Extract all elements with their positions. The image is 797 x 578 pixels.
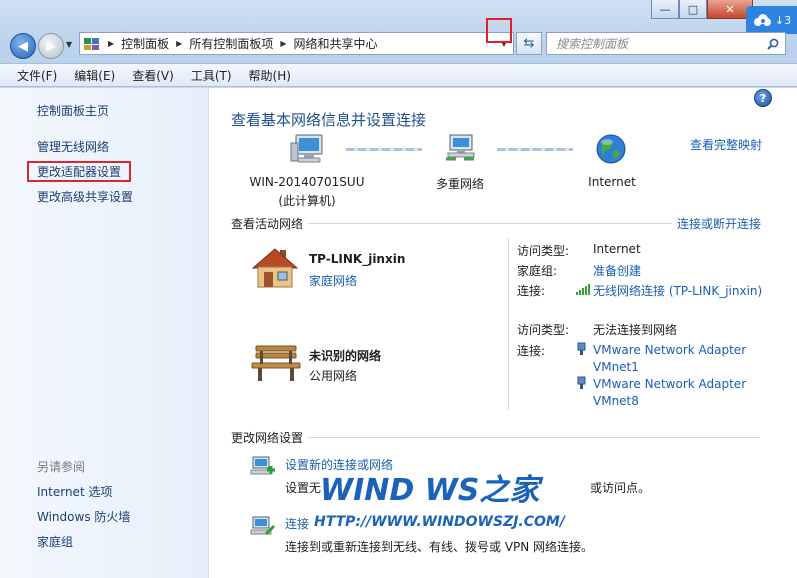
windows-firewall-link[interactable]: Windows 防火墙 [37, 508, 130, 525]
history-dropdown-icon[interactable]: ▼ [66, 40, 72, 49]
connect-network-icon [250, 516, 276, 536]
access-type-value: Internet [593, 242, 641, 256]
multiple-networks-icon [446, 134, 475, 161]
help-icon[interactable]: ? [754, 89, 772, 107]
connection-line [346, 148, 422, 151]
connection-key: 连接: [517, 344, 546, 358]
vmnet1-adapter-link[interactable]: VMware Network Adapter VMnet1 [593, 342, 753, 376]
homegroup-link[interactable]: 家庭组 [37, 533, 73, 550]
menu-view[interactable]: 查看(V) [123, 67, 182, 84]
cloud-sync-badge[interactable]: ↓3 [746, 6, 797, 34]
breadcrumb-all-items[interactable]: 所有控制面板项 [189, 35, 273, 52]
connection-line [497, 148, 573, 151]
search-box[interactable] [546, 32, 786, 55]
vmnet8-adapter-link[interactable]: VMware Network Adapter VMnet8 [593, 376, 753, 410]
refresh-icon: ⇆ [523, 36, 535, 51]
breadcrumb-chevron-icon[interactable]: ▶ [108, 39, 114, 48]
homegroup-key: 家庭组: [517, 264, 558, 278]
back-button[interactable]: ◀ [10, 33, 36, 59]
access-type-key: 访问类型: [517, 323, 570, 337]
menu-bar: 文件(F) 编辑(E) 查看(V) 工具(T) 帮助(H) [0, 63, 797, 87]
home-network-icon[interactable] [250, 246, 300, 290]
divider [308, 437, 760, 438]
ethernet-adapter-icon [577, 376, 586, 389]
connection-key: 连接: [517, 284, 546, 298]
control-panel-icon [84, 37, 99, 50]
menu-help[interactable]: 帮助(H) [240, 67, 299, 84]
minimize-button[interactable]: — [651, 0, 679, 19]
computer-subtitle: (此计算机) [278, 194, 336, 208]
breadcrumb-control-panel[interactable]: 控制面板 [121, 35, 169, 52]
menu-edit[interactable]: 编辑(E) [65, 67, 123, 84]
globe-icon [596, 134, 626, 164]
breadcrumb: ▶ 控制面板 ▶ 所有控制面板项 ▶ 网络和共享中心 [101, 35, 378, 52]
computer-icon [290, 134, 323, 163]
connect-disconnect-link[interactable]: 连接或断开连接 [677, 215, 761, 232]
multiple-networks-label: 多重网络 [435, 177, 484, 191]
computer-name: WIN-20140701SUU [249, 175, 365, 189]
advanced-sharing-link[interactable]: 更改高级共享设置 [37, 188, 133, 205]
cloud-icon [753, 14, 771, 26]
manage-wireless-link[interactable]: 管理无线网络 [37, 138, 109, 155]
search-input[interactable] [556, 36, 756, 51]
address-bar[interactable]: ▶ 控制面板 ▶ 所有控制面板项 ▶ 网络和共享中心 ▼ [79, 32, 514, 55]
network-name-tplink: TP-LINK_jinxin [309, 252, 406, 266]
page-title: 查看基本网络信息并设置连接 [231, 111, 427, 129]
highlight-box [486, 18, 512, 43]
change-settings-heading: 更改网络设置 [231, 431, 304, 445]
wifi-signal-icon [576, 284, 590, 295]
connect-network-description: 连接到或重新连接到无线、有线、拨号或 VPN 网络连接。 [285, 540, 594, 554]
menu-tools[interactable]: 工具(T) [182, 67, 240, 84]
access-type-key: 访问类型: [517, 244, 570, 258]
ethernet-adapter-icon [577, 342, 586, 355]
network-name-unidentified: 未识别的网络 [309, 349, 382, 363]
wireless-connection-link[interactable]: 无线网络连接 (TP-LINK_jinxin) [593, 282, 762, 299]
internet-label: Internet [588, 175, 636, 189]
refresh-button[interactable]: ⇆ [516, 32, 542, 55]
windowszj-watermark: WIND WS之家 HTTP://WWW.WINDOWSZJ.COM/ [313, 472, 568, 530]
watermark-url: HTTP://WWW.WINDOWSZJ.COM/ [314, 514, 567, 530]
cloud-badge-count: ↓3 [774, 13, 792, 27]
control-panel-home-link[interactable]: 控制面板主页 [37, 102, 109, 119]
back-arrow-icon: ◀ [18, 38, 28, 54]
vertical-divider [508, 238, 509, 410]
home-network-type-link[interactable]: 家庭网络 [309, 272, 357, 289]
new-connection-icon [250, 456, 275, 475]
window-controls: — □ ✕ [651, 0, 753, 19]
forward-button[interactable]: ▶ [38, 33, 64, 59]
see-also-heading: 另请参阅 [37, 460, 86, 474]
full-map-link[interactable]: 查看完整映射 [690, 136, 762, 153]
highlight-box [27, 161, 131, 182]
watermark-logo-text: WIND WS之家 [320, 473, 543, 508]
access-type-value: 无法连接到网络 [593, 323, 678, 337]
divider [308, 223, 672, 224]
active-networks-heading: 查看活动网络 [231, 217, 304, 231]
internet-options-link[interactable]: Internet 选项 [37, 483, 112, 500]
menu-file[interactable]: 文件(F) [0, 67, 65, 84]
breadcrumb-chevron-icon[interactable]: ▶ [280, 39, 286, 48]
breadcrumb-network-center[interactable]: 网络和共享中心 [294, 35, 378, 52]
maximize-button[interactable]: □ [679, 0, 707, 19]
homegroup-create-link[interactable]: 准备创建 [593, 262, 641, 279]
breadcrumb-chevron-icon[interactable]: ▶ [176, 39, 182, 48]
search-icon[interactable] [767, 38, 779, 50]
park-bench-icon [251, 345, 301, 381]
public-network-type: 公用网络 [309, 369, 358, 383]
forward-arrow-icon: ▶ [46, 38, 56, 54]
